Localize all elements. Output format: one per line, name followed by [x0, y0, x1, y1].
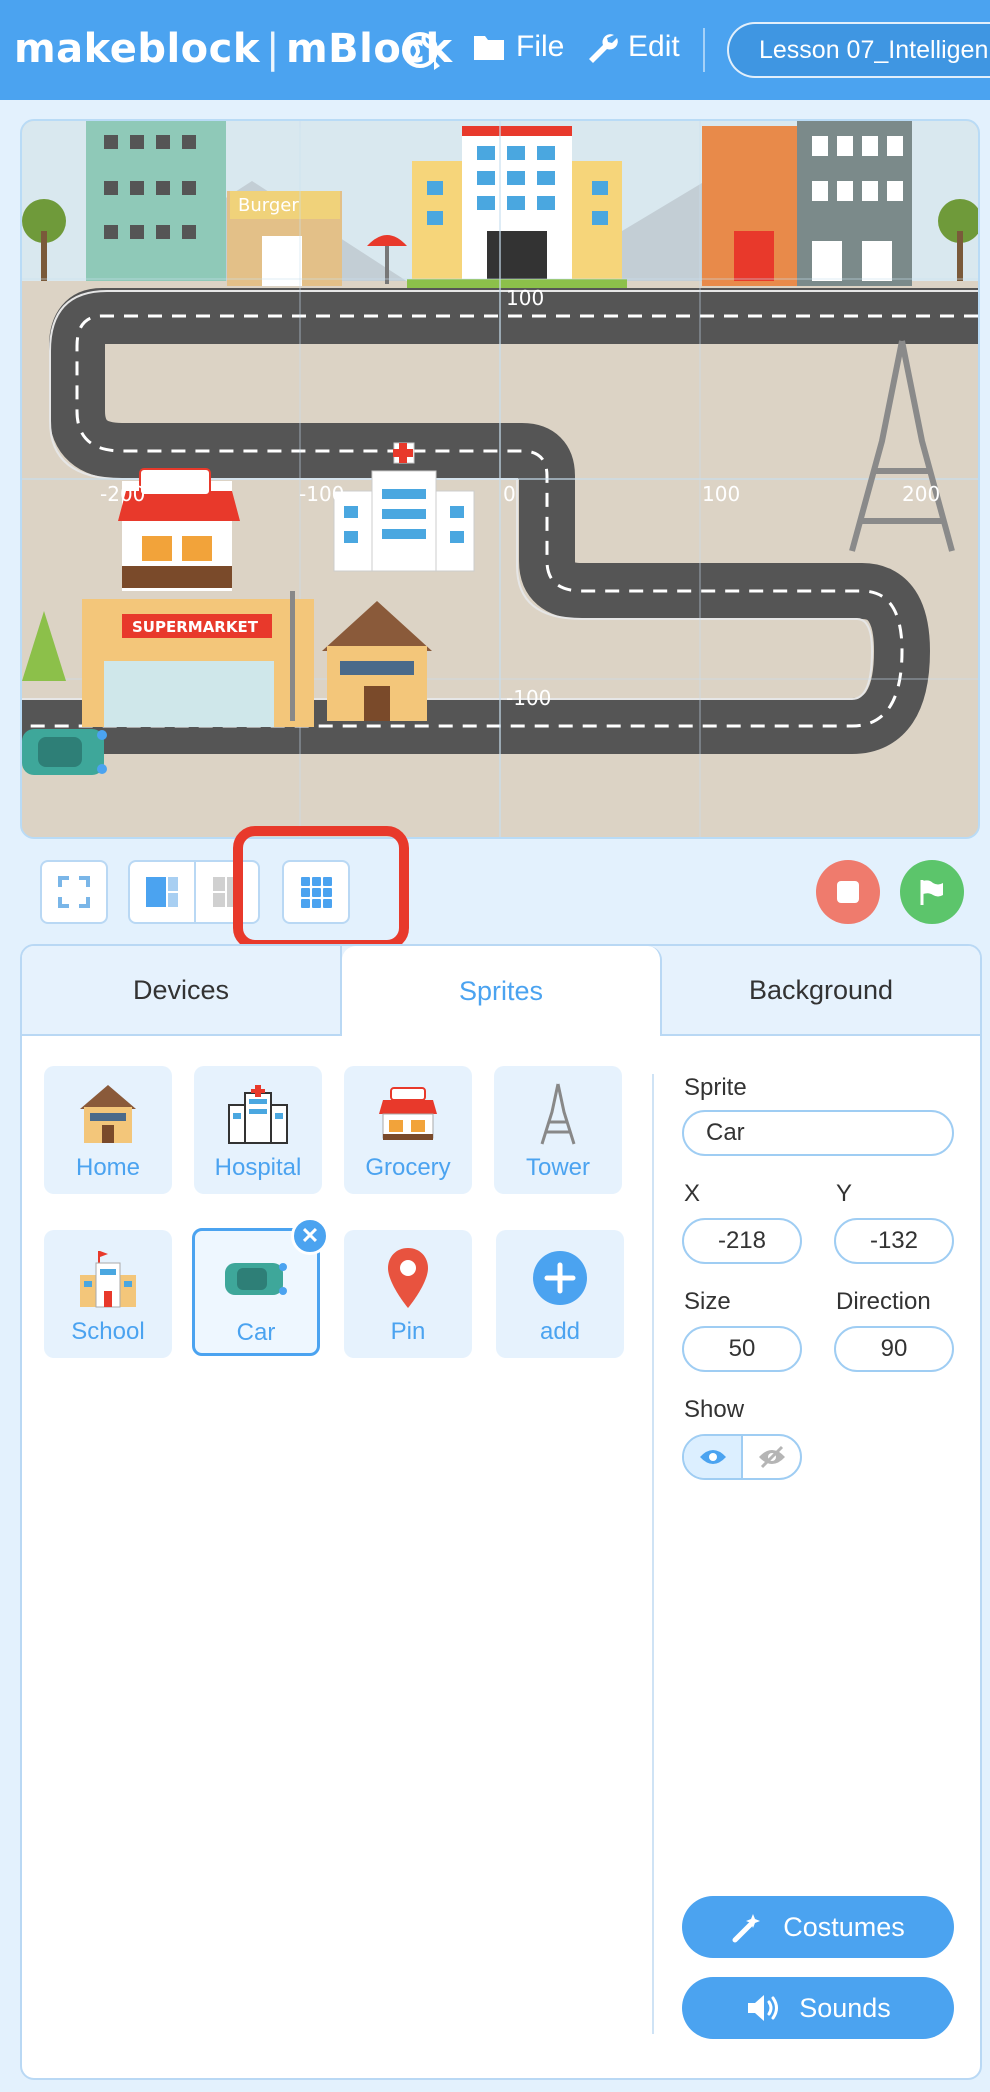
- hospital-icon: [228, 1085, 288, 1144]
- file-menu[interactable]: File: [472, 30, 564, 64]
- sprite-tile-car[interactable]: Car ✕: [192, 1217, 329, 1356]
- building-left: [86, 121, 226, 281]
- sprite-name: add: [539, 1318, 581, 1345]
- eye-icon: [699, 1450, 726, 1464]
- highlight-box: [233, 826, 409, 950]
- sprite-name: School: [71, 1318, 145, 1345]
- axis-label: 200: [902, 482, 940, 506]
- panel-divider: [652, 1074, 654, 2034]
- add-sprite-button[interactable]: add: [496, 1230, 624, 1358]
- close-icon: ✕: [300, 1223, 320, 1248]
- panel-tabs: Devices Sprites Background: [22, 946, 980, 1036]
- costumes-button[interactable]: Costumes: [682, 1896, 954, 1958]
- top-bar: makeblock | mBlock File Edit Lesson 07_Int…: [0, 0, 990, 100]
- sprite-label: Sprite: [684, 1074, 747, 1101]
- axis-label: 100: [702, 482, 740, 506]
- tab-devices[interactable]: Devices: [22, 946, 342, 1034]
- axis-label: 0: [503, 482, 516, 506]
- sprite-tile-tower[interactable]: Tower: [494, 1066, 622, 1194]
- delete-sprite-button[interactable]: ✕: [291, 1217, 329, 1255]
- sprite-name: Tower: [525, 1154, 591, 1181]
- tab-sprites[interactable]: Sprites: [342, 946, 662, 1036]
- green-flag-icon: [920, 880, 943, 905]
- stage-canvas[interactable]: Burger SUPERMARKET -200 -100 0 100 200 1…: [20, 119, 980, 839]
- file-menu-label: File: [516, 30, 565, 63]
- sprite-name: Car: [236, 1319, 276, 1346]
- edit-menu[interactable]: Edit: [586, 30, 680, 64]
- layout-wide-icon: [146, 877, 178, 907]
- axis-label: -100: [506, 686, 551, 710]
- show-label: Show: [684, 1396, 745, 1423]
- plus-icon: [533, 1251, 587, 1305]
- sprite-name-field[interactable]: Car: [682, 1110, 954, 1156]
- building-right: [702, 121, 912, 286]
- burger-sign: Burger: [238, 195, 299, 216]
- grocery-icon: [379, 1087, 437, 1140]
- sprite-tile-hospital[interactable]: Hospital: [194, 1066, 322, 1194]
- sprite-tile-home[interactable]: Home: [44, 1066, 172, 1194]
- x-label: X: [684, 1180, 701, 1207]
- axis-label: -200: [100, 482, 145, 506]
- sprite-panel: Devices Sprites Background Home Hospital: [20, 944, 982, 2080]
- eye-slash-icon: [758, 1445, 785, 1469]
- car-icon: [225, 1263, 287, 1295]
- folder-icon: [474, 36, 504, 60]
- wrench-icon: [589, 34, 618, 63]
- stop-button[interactable]: [816, 860, 880, 924]
- burger-shop: Burger: [227, 191, 342, 286]
- edit-menu-label: Edit: [628, 30, 680, 63]
- fullscreen-button[interactable]: [40, 860, 108, 924]
- tower-icon: [540, 1083, 576, 1145]
- direction-label: Direction: [836, 1288, 931, 1315]
- sprite-name: Hospital: [214, 1154, 302, 1181]
- home-icon: [80, 1085, 136, 1143]
- size-field[interactable]: 50: [682, 1326, 802, 1372]
- hide-button[interactable]: [743, 1436, 800, 1478]
- brand-logo: makeblock | mBlock: [14, 26, 453, 72]
- costumes-label: Costumes: [783, 1911, 905, 1942]
- stop-icon: [837, 881, 859, 903]
- brand-separator: |: [265, 26, 280, 72]
- globe-icon[interactable]: [400, 30, 446, 77]
- x-field[interactable]: -218: [682, 1218, 802, 1264]
- brand-makeblock: makeblock: [14, 26, 260, 72]
- lamp-post: [290, 591, 295, 721]
- visibility-toggle: [682, 1434, 802, 1480]
- header-divider: [703, 28, 705, 72]
- sprite-tile-grocery[interactable]: Grocery: [344, 1066, 472, 1194]
- tab-background[interactable]: Background: [662, 946, 980, 1034]
- layout-wide-button[interactable]: [130, 862, 196, 922]
- green-flag-button[interactable]: [900, 860, 964, 924]
- size-label: Size: [684, 1288, 731, 1315]
- sprite-tile-school[interactable]: School: [44, 1230, 172, 1358]
- sounds-label: Sounds: [799, 1992, 891, 2023]
- axis-label: 100: [506, 286, 544, 310]
- car-sprite[interactable]: [22, 729, 107, 775]
- sounds-button[interactable]: Sounds: [682, 1977, 954, 2039]
- sprite-tile-pin[interactable]: Pin: [344, 1230, 472, 1358]
- axis-label: -100: [299, 482, 344, 506]
- y-label: Y: [836, 1180, 853, 1207]
- school-icon: [80, 1251, 136, 1308]
- sprite-name: Pin: [390, 1318, 426, 1345]
- supermarket-building: SUPERMARKET: [82, 599, 314, 727]
- show-button[interactable]: [684, 1436, 743, 1478]
- direction-field[interactable]: 90: [834, 1326, 954, 1372]
- costume-wand-icon: [732, 1914, 761, 1943]
- sprite-name: Home: [75, 1154, 141, 1181]
- y-field[interactable]: -132: [834, 1218, 954, 1264]
- map-pin-icon: [388, 1248, 428, 1308]
- speaker-icon: [748, 1995, 779, 2021]
- project-title[interactable]: Lesson 07_Intelligen: [727, 22, 990, 78]
- sprite-name: Grocery: [365, 1154, 451, 1181]
- supermarket-sign: SUPERMARKET: [132, 618, 259, 636]
- fullscreen-icon: [58, 876, 90, 908]
